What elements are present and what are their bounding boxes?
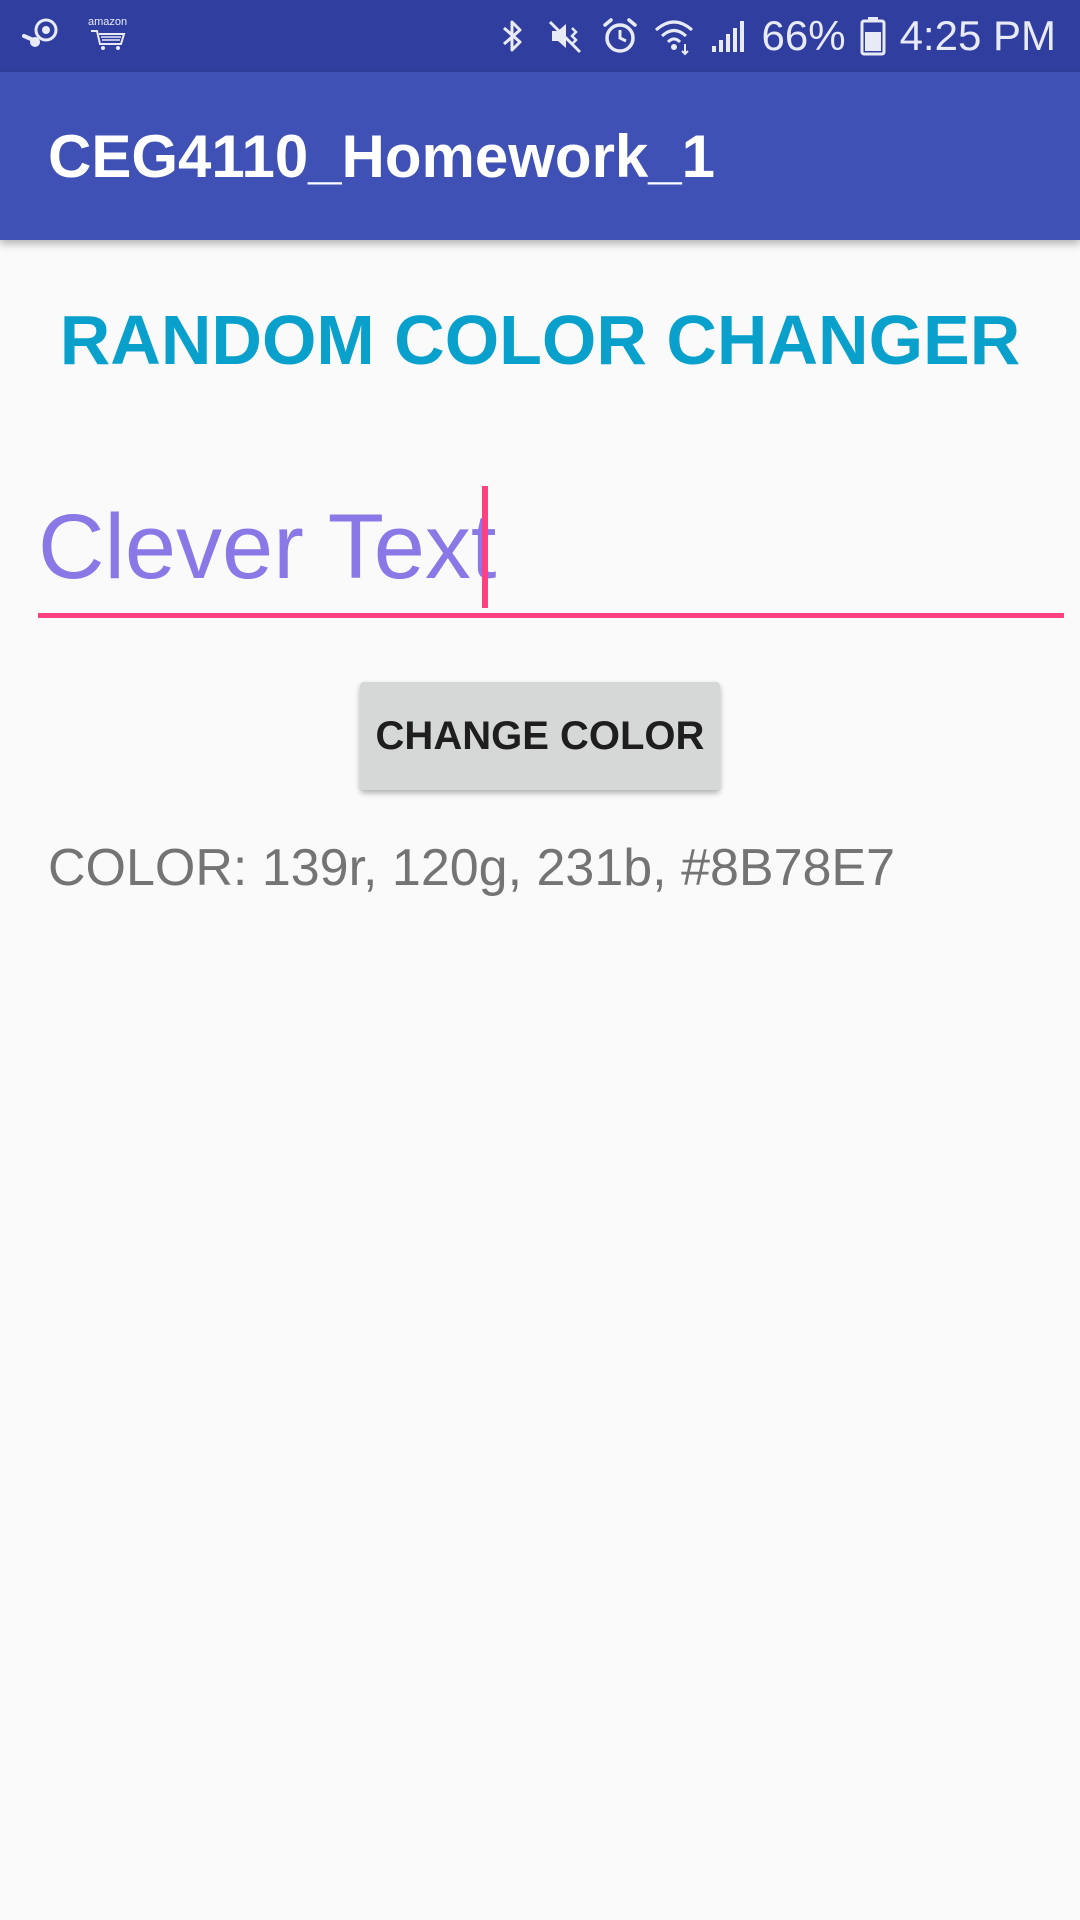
clever-text-input[interactable] xyxy=(38,480,1064,614)
text-field-underline xyxy=(38,613,1064,618)
steam-icon xyxy=(22,14,62,54)
signal-icon xyxy=(708,16,748,56)
amazon-cart-icon: amazon xyxy=(88,16,127,52)
change-color-button[interactable]: CHANGE COLOR xyxy=(360,682,720,790)
status-bar: amazon 66% 4:25 PM xyxy=(0,0,1080,72)
wifi-icon xyxy=(654,16,694,56)
amazon-label: amazon xyxy=(88,16,128,28)
text-field-container xyxy=(38,480,1064,620)
app-bar: CEG4110_Homework_1 xyxy=(0,72,1080,240)
text-cursor xyxy=(482,486,488,608)
status-bar-notifications: amazon xyxy=(22,14,127,54)
status-bar-system: 66% 4:25 PM xyxy=(492,0,1056,72)
alarm-icon xyxy=(600,16,640,56)
app-title: CEG4110_Homework_1 xyxy=(48,123,716,190)
page-heading: RANDOM COLOR CHANGER xyxy=(59,301,1021,379)
bluetooth-icon xyxy=(492,16,532,56)
color-readout: COLOR: 139r, 120g, 231b, #8B78E7 xyxy=(48,839,896,897)
battery-percent: 66% xyxy=(761,12,846,59)
battery-icon xyxy=(860,16,886,56)
mute-vibrate-icon xyxy=(546,16,586,56)
status-bar-time: 4:25 PM xyxy=(899,12,1056,59)
